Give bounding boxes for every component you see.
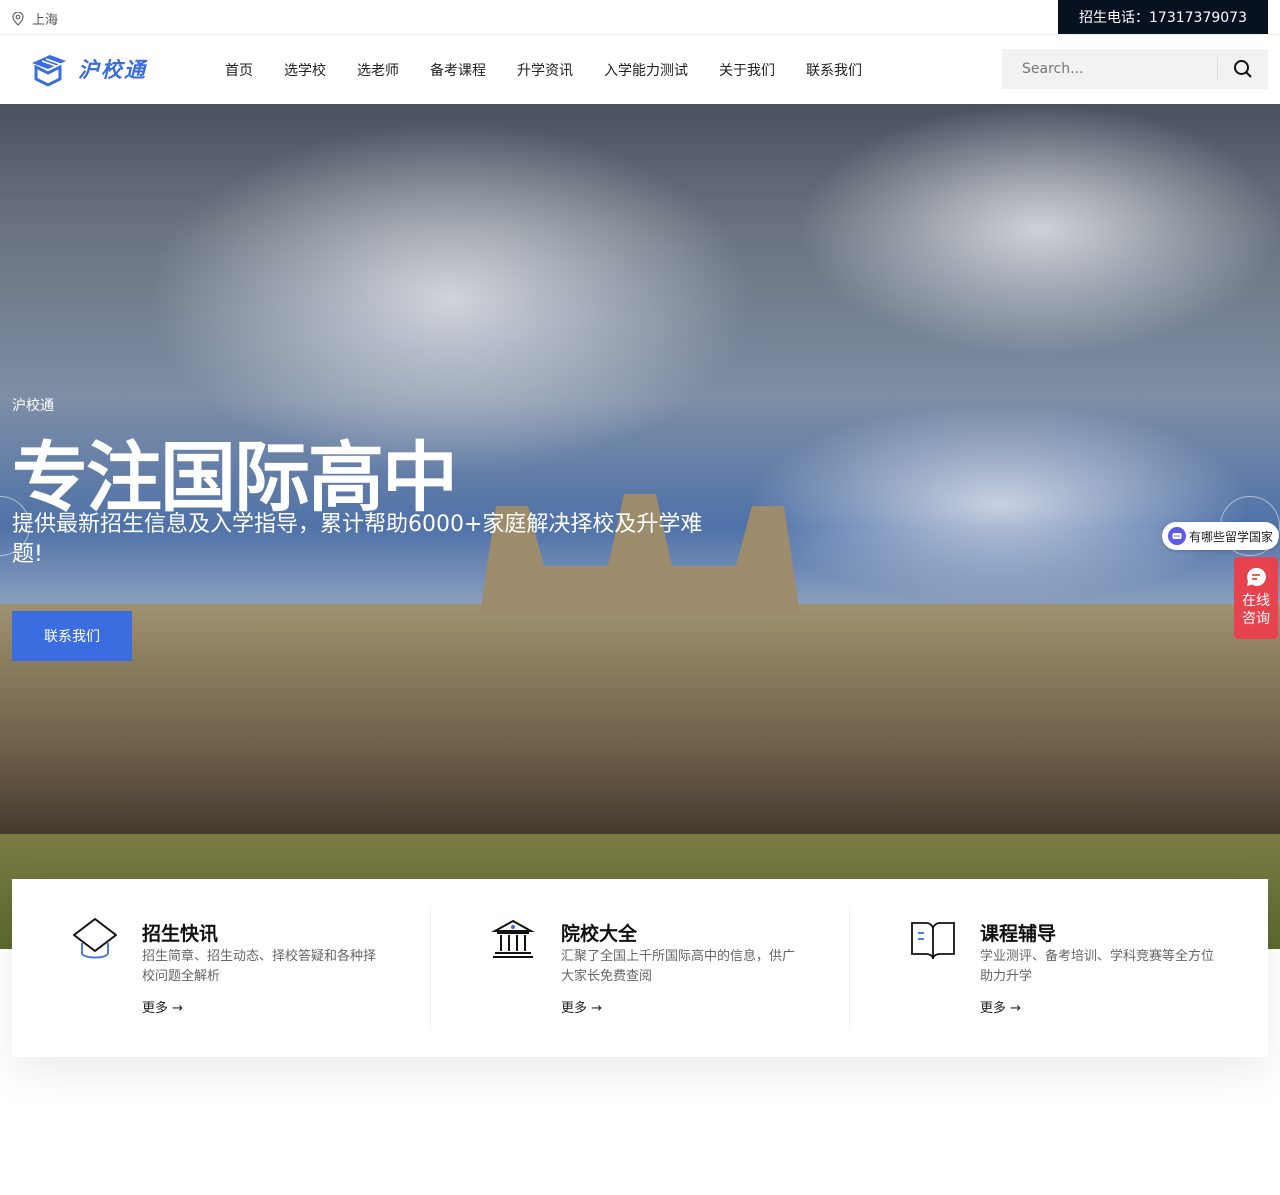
chat-icon (1168, 527, 1186, 545)
logo-text: 沪校通 (78, 57, 147, 82)
hero-image-building (0, 604, 1280, 844)
graduation-cap-icon (73, 918, 117, 959)
search-button[interactable] (1218, 59, 1268, 79)
question-bubble[interactable]: 有哪些留学国家 (1162, 522, 1280, 550)
search-icon (1234, 60, 1252, 78)
location-pin-icon (12, 11, 24, 26)
card-title: 招生快讯 (142, 923, 219, 945)
location: 上海 (12, 9, 58, 28)
nav-contact[interactable]: 联系我们 (806, 60, 862, 80)
more-link[interactable]: 更多 → (142, 997, 183, 1016)
message-icon (1247, 567, 1266, 586)
book-icon (911, 922, 955, 960)
search-input[interactable] (1002, 49, 1218, 89)
contact-us-button[interactable]: 联系我们 (12, 611, 132, 661)
online-consult-button[interactable]: 在线 咨询 (1234, 557, 1278, 639)
card-tutoring: 课程辅导 学业测评、备考培训、学科竞赛等全方位助力升学 更多 → (850, 907, 1268, 1029)
logo-icon (32, 55, 66, 87)
nav-home[interactable]: 首页 (225, 60, 253, 80)
consult-line2: 咨询 (1242, 611, 1270, 627)
hero-subtitle: 沪校通 (12, 398, 54, 414)
school-building-icon (491, 919, 535, 958)
header: 沪校通 首页 选学校 选老师 备考课程 升学资讯 入学能力测试 关于我们 联系我… (0, 35, 1280, 104)
nav-about[interactable]: 关于我们 (719, 60, 775, 80)
card-desc: 学业测评、备考培训、学科竞赛等全方位助力升学 (980, 949, 1215, 984)
card-title: 课程辅导 (980, 923, 1057, 945)
question-text: 有哪些留学国家 (1189, 529, 1274, 544)
top-bar: 上海 招生电话：17317379073 (0, 0, 1280, 35)
admission-phone: 招生电话：17317379073 (1058, 0, 1268, 34)
card-desc: 汇聚了全国上千所国际高中的信息，供广大家长免费查阅 (561, 949, 796, 984)
card-schools: 院校大全 汇聚了全国上千所国际高中的信息，供广大家长免费查阅 更多 → (431, 907, 850, 1029)
more-link[interactable]: 更多 → (561, 997, 602, 1016)
card-desc: 招生简章、招生动态、择校答疑和各种择校问题全解析 (142, 949, 377, 984)
more-link[interactable]: 更多 → (980, 997, 1021, 1016)
hero-banner: 沪校通 专注国际高中 提供最新招生信息及入学指导，累计帮助6000+家庭解决择校… (0, 104, 1280, 949)
nav-news[interactable]: 升学资讯 (517, 60, 573, 80)
card-admission-news: 招生快讯 招生简章、招生动态、择校答疑和各种择校问题全解析 更多 → (12, 907, 431, 1029)
location-text: 上海 (32, 13, 59, 28)
hero-description: 提供最新招生信息及入学指导，累计帮助6000+家庭解决择校及升学难题! (12, 512, 703, 567)
feature-cards: 招生快讯 招生简章、招生动态、择校答疑和各种择校问题全解析 更多 → 院校大全 … (12, 879, 1268, 1057)
main-nav: 首页 选学校 选老师 备考课程 升学资讯 入学能力测试 关于我们 联系我们 (225, 60, 862, 80)
nav-courses[interactable]: 备考课程 (430, 60, 486, 80)
consult-line1: 在线 (1242, 593, 1270, 609)
nav-teachers[interactable]: 选老师 (357, 60, 399, 80)
nav-test[interactable]: 入学能力测试 (604, 60, 688, 80)
card-title: 院校大全 (561, 923, 638, 945)
search-box (1002, 49, 1268, 89)
logo[interactable]: 沪校通 (28, 51, 147, 87)
nav-schools[interactable]: 选学校 (284, 60, 326, 80)
